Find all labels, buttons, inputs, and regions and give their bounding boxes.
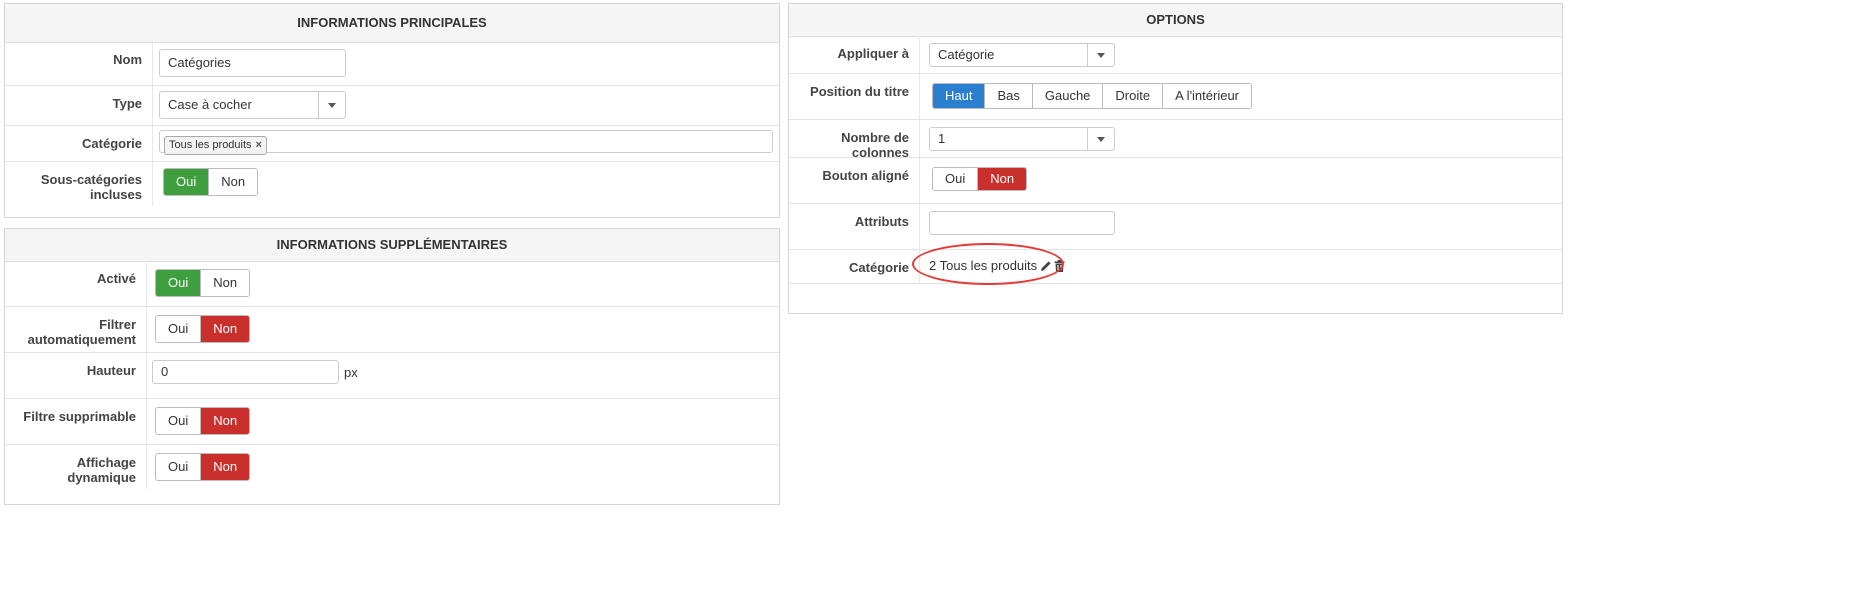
bouton-toggle: Oui Non (932, 167, 1028, 191)
row-colonnes: Nombre de colonnes 1 (789, 120, 1562, 160)
main-info-panel: INFORMATIONS PRINCIPALES Nom Catégories … (4, 3, 780, 218)
main-info-title: INFORMATIONS PRINCIPALES (5, 4, 779, 43)
attributs-label: Attributs (789, 204, 920, 249)
filtre-supprimable-non-button[interactable]: Non (200, 408, 250, 434)
colonnes-value: 1 (938, 131, 946, 146)
row-type: Type Case à cocher (5, 86, 779, 126)
row-nom: Nom Catégories (5, 42, 779, 86)
type-label: Type (5, 86, 153, 125)
hauteur-label: Hauteur (5, 353, 147, 398)
bouton-non-button[interactable]: Non (977, 168, 1027, 190)
chevron-down-icon (328, 102, 336, 108)
categorie-label: Catégorie (5, 126, 153, 161)
hauteur-value: 0 (161, 364, 169, 379)
colonnes-label: Nombre de colonnes (789, 120, 920, 160)
row-position: Position du titre Haut Bas Gauche Droite… (789, 74, 1562, 120)
appliquer-value: Catégorie (938, 47, 995, 62)
chevron-down-icon (1097, 52, 1105, 58)
filtre-supprimable-label: Filtre supprimable (5, 399, 147, 444)
sous-categories-non-button[interactable]: Non (208, 169, 258, 195)
colonnes-dropdown-toggle[interactable] (1087, 128, 1114, 150)
row-active: Activé Oui Non (5, 261, 779, 307)
position-bas-button[interactable]: Bas (984, 84, 1032, 108)
active-label: Activé (5, 261, 147, 306)
row-attributs: Attributs (789, 204, 1562, 250)
filtre-supprimable-oui-button[interactable]: Oui (156, 408, 201, 434)
position-haut-button[interactable]: Haut (933, 84, 985, 108)
row-affichage: Affichage dynamique Oui Non (5, 445, 779, 489)
row-filtrer: Filtrer automatiquement Oui Non (5, 307, 779, 353)
nom-value: Catégories (168, 55, 231, 70)
extra-info-title: INFORMATIONS SUPPLÉMENTAIRES (5, 229, 779, 262)
position-gauche-button[interactable]: Gauche (1031, 84, 1103, 108)
row-appliquer: Appliquer à Catégorie (789, 36, 1562, 74)
position-droite-button[interactable]: Droite (1102, 84, 1163, 108)
type-dropdown-toggle[interactable] (318, 92, 345, 118)
row-categorie-option: Catégorie 2 Tous les produits (789, 250, 1562, 284)
row-categorie: Catégorie Tous les produits × (5, 126, 779, 162)
categorie-tag: Tous les produits × (164, 136, 267, 155)
sous-categories-oui-button[interactable]: Oui (164, 169, 209, 195)
options-title: OPTIONS (789, 4, 1562, 37)
bouton-oui-button[interactable]: Oui (933, 168, 978, 190)
nom-input[interactable]: Catégories (159, 49, 346, 77)
colonnes-select[interactable]: 1 (929, 127, 1115, 151)
active-oui-button[interactable]: Oui (156, 270, 201, 296)
type-select[interactable]: Case à cocher (159, 91, 346, 119)
nom-label: Nom (5, 42, 153, 85)
appliquer-select[interactable]: Catégorie (929, 43, 1115, 67)
hauteur-input[interactable]: 0 (152, 360, 339, 384)
filtrer-non-button[interactable]: Non (200, 316, 250, 342)
categorie-option-label: Catégorie (789, 250, 920, 283)
sous-categories-label: Sous-catégories incluses (5, 162, 153, 206)
sous-categories-toggle: Oui Non (163, 168, 259, 196)
appliquer-dropdown-toggle[interactable] (1087, 44, 1114, 66)
chevron-down-icon (1097, 136, 1105, 142)
active-toggle: Oui Non (155, 269, 251, 297)
row-bouton: Bouton aligné Oui Non (789, 158, 1562, 204)
position-label: Position du titre (789, 74, 920, 119)
bouton-label: Bouton aligné (789, 158, 920, 203)
position-interieur-button[interactable]: A l'intérieur (1162, 84, 1252, 108)
attributs-input[interactable] (929, 211, 1115, 235)
affichage-non-button[interactable]: Non (200, 454, 250, 480)
hauteur-unit: px (344, 364, 358, 380)
filtrer-label: Filtrer automatiquement (5, 307, 147, 352)
options-panel: OPTIONS Appliquer à Catégorie Position d… (788, 3, 1563, 314)
categorie-tag-input[interactable]: Tous les produits × (159, 130, 773, 155)
appliquer-label: Appliquer à (789, 36, 920, 73)
affichage-label: Affichage dynamique (5, 445, 147, 489)
extra-info-panel: INFORMATIONS SUPPLÉMENTAIRES Activé Oui … (4, 228, 780, 505)
row-filtre-supprimable: Filtre supprimable Oui Non (5, 399, 779, 445)
affichage-oui-button[interactable]: Oui (156, 454, 201, 480)
active-non-button[interactable]: Non (200, 270, 250, 296)
row-sous-categories: Sous-catégories incluses Oui Non (5, 162, 779, 206)
tag-remove-icon[interactable]: × (256, 139, 262, 151)
filtrer-toggle: Oui Non (155, 315, 251, 343)
highlight-annotation (912, 243, 1064, 285)
filtrer-oui-button[interactable]: Oui (156, 316, 201, 342)
type-value: Case à cocher (168, 97, 252, 112)
filtre-supprimable-toggle: Oui Non (155, 407, 251, 435)
categorie-tag-label: Tous les produits (169, 139, 252, 151)
row-hauteur: Hauteur 0 px (5, 353, 779, 399)
affichage-toggle: Oui Non (155, 453, 251, 481)
position-button-group: Haut Bas Gauche Droite A l'intérieur (932, 83, 1253, 109)
